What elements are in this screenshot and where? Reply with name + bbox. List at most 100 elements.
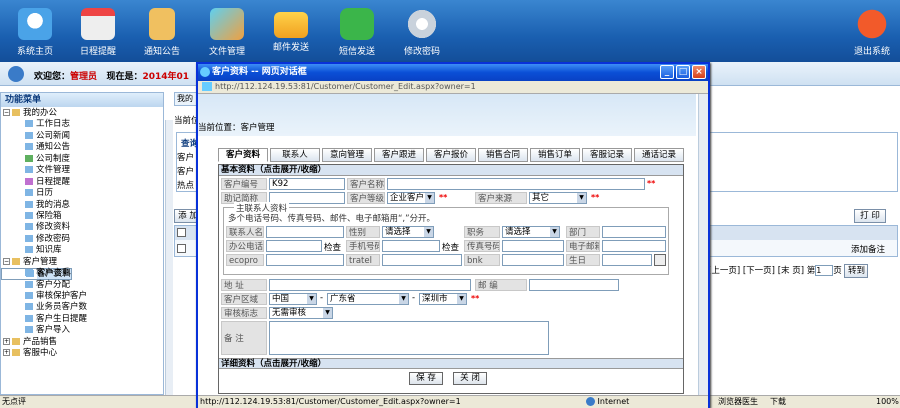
tree-item[interactable]: 修改密码 — [1, 234, 159, 245]
basic-section-toggle[interactable]: 基本资料（点击展开/收缩） — [219, 165, 683, 176]
tree-group-sales[interactable]: + 产品销售 — [1, 337, 159, 348]
tratel-input[interactable] — [382, 254, 462, 266]
birthday-input[interactable] — [602, 254, 652, 266]
notepad-icon — [149, 8, 175, 40]
download-button[interactable]: 下载 — [770, 396, 786, 408]
tab-service[interactable]: 客服记录 — [582, 148, 632, 162]
tree-item[interactable]: 通知公告 — [1, 142, 159, 153]
maximize-button[interactable]: □ — [676, 65, 690, 79]
select-all-checkbox[interactable] — [177, 228, 186, 237]
tab-contract[interactable]: 销售合同 — [478, 148, 528, 162]
last-page-link[interactable]: [末 页] — [778, 266, 804, 276]
tree-item[interactable]: 修改资料 — [1, 222, 159, 233]
customer-name-input[interactable] — [387, 178, 645, 190]
page-input[interactable]: 1 — [815, 265, 834, 276]
expand-icon[interactable]: + — [3, 337, 10, 345]
zoom-level[interactable]: 100% — [876, 396, 899, 408]
schedule-button[interactable]: 日程提醒 — [68, 0, 128, 62]
audit-select[interactable]: 无需审核 ▼ — [269, 307, 333, 319]
address-input[interactable] — [269, 279, 471, 291]
print-button[interactable]: 打 印 — [854, 209, 886, 223]
logout-button[interactable]: 退出系统 — [842, 0, 900, 62]
office-phone-input[interactable] — [266, 240, 322, 252]
country-select[interactable]: 中国 ▼ — [269, 293, 317, 305]
prev-page-link[interactable]: [上一页] — [708, 266, 740, 276]
tree-item[interactable]: 客户生日提醒 — [1, 314, 159, 325]
home-button[interactable]: 系统主页 — [5, 0, 65, 62]
tree-item[interactable]: 审核保护客户 — [1, 291, 159, 302]
tab-contacts[interactable]: 联系人 — [270, 148, 320, 162]
tree-group-office[interactable]: − 我的办公 — [1, 108, 159, 119]
contact-name-input[interactable] — [266, 226, 344, 238]
tree-group-service[interactable]: + 客服中心 — [1, 348, 159, 359]
region-label: 客户区域 — [221, 293, 267, 305]
tab-quote[interactable]: 客户报价 — [426, 148, 476, 162]
tree-item[interactable]: 公司制度 — [1, 154, 159, 165]
tree-item[interactable]: 客户查重 — [1, 268, 159, 279]
row-checkbox[interactable] — [177, 244, 186, 253]
tree-group-customer[interactable]: − 客户管理 — [1, 257, 159, 268]
remark-textarea[interactable] — [269, 321, 549, 355]
calendar-icon[interactable] — [654, 254, 666, 266]
tree-item[interactable]: 文件管理 — [1, 165, 159, 176]
tree-item-label: 审核保护客户 — [36, 291, 88, 301]
province-select[interactable]: 广东省 ▼ — [327, 293, 409, 305]
dept-input[interactable] — [602, 226, 666, 238]
sidebar-scrollbar[interactable] — [165, 120, 173, 395]
dialog-titlebar[interactable]: 客户资料 -- 网页对话框 _ □ × — [198, 64, 708, 81]
add-note-link[interactable]: 添加备注 — [851, 243, 885, 255]
sidebar: 功能菜单 − 我的办公 工作日志 公司新闻 通知公告 公司制度 文件管理 日程提醒… — [0, 92, 164, 395]
save-button[interactable]: 保 存 — [409, 372, 443, 385]
tree-item[interactable]: 工作日志 — [1, 119, 159, 130]
page-icon — [25, 166, 33, 174]
tab-followup[interactable]: 客户跟进 — [374, 148, 424, 162]
email-button[interactable]: 邮件发送 — [261, 0, 321, 62]
collapse-icon[interactable]: − — [3, 109, 10, 116]
gender-select[interactable]: 请选择 ▼ — [382, 226, 434, 238]
change-password-button[interactable]: 修改密码 — [392, 0, 452, 62]
minimize-button[interactable]: _ — [660, 65, 674, 79]
zip-input[interactable] — [529, 279, 619, 291]
expand-icon[interactable]: + — [3, 349, 10, 357]
ecopro-input[interactable] — [266, 254, 344, 266]
tree-item[interactable]: 客户导入 — [1, 325, 159, 336]
close-window-button[interactable]: × — [692, 65, 706, 79]
tree-item[interactable]: 业务员客户数 — [1, 302, 159, 313]
close-button[interactable]: 关 闭 — [453, 372, 487, 385]
tree-item[interactable]: 保险箱 — [1, 211, 159, 222]
email-input[interactable] — [602, 240, 666, 252]
tab-order[interactable]: 销售订单 — [530, 148, 580, 162]
level-select[interactable]: 企业客户 ▼ — [387, 192, 435, 204]
browser-doctor[interactable]: 浏览器医生 — [718, 396, 758, 408]
dialog-scrollbar[interactable] — [698, 94, 708, 396]
customer-no-input[interactable]: K92 — [269, 178, 345, 190]
files-button[interactable]: 文件管理 — [197, 0, 257, 62]
title-select[interactable]: 请选择 ▼ — [502, 226, 560, 238]
mobile-input[interactable] — [382, 240, 440, 252]
tree-item[interactable]: 客户分配 — [1, 280, 159, 291]
city-select[interactable]: 深圳市 ▼ — [419, 293, 467, 305]
check-mobile-link[interactable]: 检查 — [442, 241, 459, 253]
tab-calls[interactable]: 通话记录 — [634, 148, 684, 162]
sms-button[interactable]: 短信发送 — [327, 0, 387, 62]
notice-button[interactable]: 通知公告 — [132, 0, 192, 62]
source-label: 客户来源 — [475, 192, 527, 204]
tree-item[interactable]: 公司新闻 — [1, 131, 159, 142]
collapse-icon[interactable]: − — [3, 257, 10, 265]
next-page-link[interactable]: [下一页] — [743, 266, 775, 276]
go-button[interactable]: 转到 — [844, 264, 869, 278]
check-office-link[interactable]: 检查 — [324, 241, 341, 253]
tree-item[interactable]: 日历 — [1, 188, 159, 199]
source-select[interactable]: 其它 ▼ — [529, 192, 587, 204]
tree-item[interactable]: 知识库 — [1, 245, 159, 256]
required-mark: ** — [647, 179, 656, 188]
detail-section-toggle[interactable]: 详细资料（点击展开/收缩） — [219, 358, 683, 369]
dept-label: 部门 — [566, 226, 600, 238]
email-label: 邮件发送 — [272, 43, 309, 53]
tree-item[interactable]: 我的消息 — [1, 200, 159, 211]
fax-input[interactable] — [502, 240, 564, 252]
tree-item[interactable]: 日程提醒 — [1, 177, 159, 188]
tab-customer-info[interactable]: 客户资料 — [218, 148, 268, 162]
bnk-input[interactable] — [502, 254, 564, 266]
tab-intent[interactable]: 意向管理 — [322, 148, 372, 162]
